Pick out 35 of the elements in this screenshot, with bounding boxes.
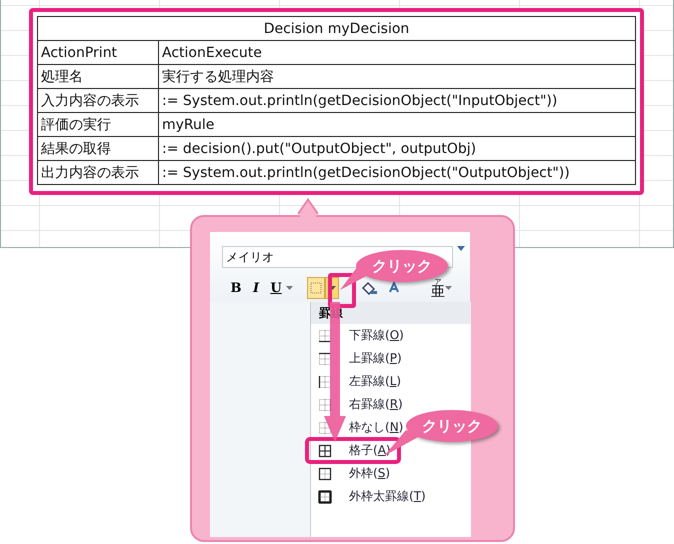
format-button[interactable]: B: [226, 280, 246, 296]
table-cell: := System.out.println(getDecisionObject("OutputObject")): [158, 160, 636, 184]
menu-item[interactable]: 下罫線(O): [349, 327, 404, 344]
table-cell: 処理名: [38, 64, 158, 88]
border-icon: [310, 282, 322, 294]
menu-item[interactable]: 右罫線(R): [349, 396, 403, 413]
table-cell: ActionExecute: [158, 40, 636, 64]
border-style-icon[interactable]: [318, 352, 332, 366]
menu-item[interactable]: 外枠太罫線(T): [349, 488, 426, 505]
menu-item[interactable]: 左罫線(L): [349, 373, 402, 390]
border-style-icon[interactable]: [318, 444, 332, 458]
dropdown-icon[interactable]: [445, 286, 452, 290]
border-button[interactable]: [307, 277, 325, 299]
table-cell: := System.out.println(getDecisionObject("InputObject")): [158, 88, 636, 112]
table-cell: 出力内容の表示: [38, 160, 158, 184]
menu-item[interactable]: 上罫線(P): [349, 350, 402, 367]
dropdown-icon[interactable]: [286, 286, 293, 290]
format-button[interactable]: I: [246, 280, 266, 296]
table-cell: := decision().put("OutputObject", outputObj): [158, 136, 636, 160]
table-cell: myRule: [158, 112, 636, 136]
table-cell: 入力内容の表示: [38, 88, 158, 112]
table-cell: 実行する処理内容: [158, 64, 636, 88]
border-style-icon[interactable]: [318, 490, 332, 504]
menu-item[interactable]: 枠なし(N): [349, 419, 404, 436]
dropdown-icon[interactable]: [457, 246, 465, 252]
border-style-icon[interactable]: [318, 466, 332, 480]
menu-item[interactable]: 外枠(S): [349, 465, 390, 482]
border-style-icon[interactable]: [318, 374, 332, 388]
table-title: Decision myDecision: [38, 16, 636, 40]
table-cell: 評価の実行: [38, 112, 158, 136]
table-cell: ActionPrint: [38, 40, 158, 64]
fill-color-icon[interactable]: [359, 281, 379, 295]
format-button[interactable]: U: [266, 280, 286, 296]
border-style-icon[interactable]: [318, 328, 332, 342]
table-cell: 結果の取得: [38, 136, 158, 160]
